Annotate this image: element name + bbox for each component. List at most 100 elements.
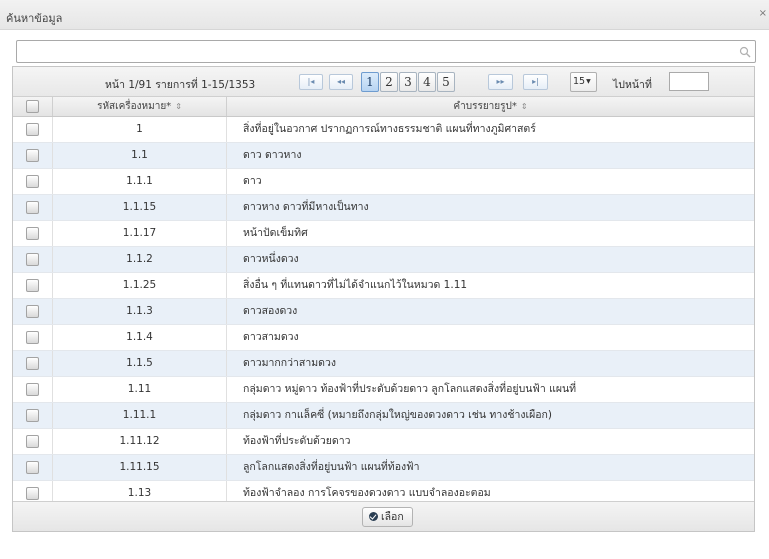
- code-cell: 1.1.15: [53, 195, 227, 220]
- table-row[interactable]: 1.1 ดาว ดาวหาง: [13, 143, 754, 169]
- prev-page-button[interactable]: ◂◂: [329, 74, 353, 90]
- code-cell: 1.11.15: [53, 455, 227, 480]
- description-cell: ท้องฟ้าที่ประดับด้วยดาว: [243, 435, 351, 447]
- row-checkbox[interactable]: [26, 409, 39, 422]
- code-cell: 1.1.3: [53, 299, 227, 324]
- column-header-desc[interactable]: คำบรรยายรูป* ⇕: [227, 97, 754, 116]
- search-field[interactable]: [16, 40, 756, 63]
- close-icon[interactable]: ×: [759, 8, 767, 19]
- table-row[interactable]: 1.1.4 ดาวสามดวง: [13, 325, 754, 351]
- column-header-desc-label: คำบรรยายรูป*: [453, 101, 517, 112]
- description-cell: กลุ่มดาว กาแล็คซี่ (หมายถึงกลุ่มใหญ่ของด…: [243, 409, 553, 421]
- description-cell: ลูกโลกแสดงสิ่งที่อยู่บนฟ้า แผนที่ท้องฟ้า: [243, 461, 420, 473]
- goto-page-input[interactable]: [669, 72, 709, 91]
- table-row[interactable]: 1.1.3 ดาวสองดวง: [13, 299, 754, 325]
- page-size-select[interactable]: 15▼: [570, 72, 597, 92]
- table-header: รหัสเครื่องหมาย* ⇕ คำบรรยายรูป* ⇕: [13, 97, 754, 117]
- column-header-code-label: รหัสเครื่องหมาย*: [97, 101, 172, 112]
- dialog-titlebar: ค้นหาข้อมูล ×: [0, 0, 769, 30]
- row-checkbox-cell: [13, 117, 53, 142]
- row-checkbox-cell: [13, 221, 53, 246]
- row-checkbox[interactable]: [26, 279, 39, 292]
- row-checkbox-cell: [13, 455, 53, 480]
- code-cell: 1.11: [53, 377, 227, 402]
- table-row[interactable]: 1.11.12 ท้องฟ้าที่ประดับด้วยดาว: [13, 429, 754, 455]
- dialog-title: ค้นหาข้อมูล: [6, 12, 63, 25]
- check-circle-icon: [369, 512, 378, 521]
- table-body: 1 สิ่งที่อยู่ในอวกาศ ปรากฏการณ์ทางธรรมชาต…: [13, 117, 754, 507]
- column-header-code[interactable]: รหัสเครื่องหมาย* ⇕: [53, 97, 227, 116]
- page-5-button[interactable]: 5: [437, 72, 455, 92]
- table-row[interactable]: 1.1.1 ดาว: [13, 169, 754, 195]
- description-cell: สิ่งที่อยู่ในอวกาศ ปรากฏการณ์ทางธรรมชาติ…: [243, 123, 536, 135]
- description-cell: ดาว: [243, 175, 262, 187]
- row-checkbox-cell: [13, 403, 53, 428]
- page-size-value: 15: [573, 76, 586, 87]
- table-row[interactable]: 1.1.25 สิ่งอื่น ๆ ที่แทนดาวที่ไม่ได้จำแนก…: [13, 273, 754, 299]
- code-cell: 1.1.25: [53, 273, 227, 298]
- row-checkbox-cell: [13, 429, 53, 454]
- row-checkbox[interactable]: [26, 435, 39, 448]
- pager-toolbar: หน้า 1/91 รายการที่ 1-15/1353 |◂ ◂◂ 1 2 …: [13, 67, 754, 97]
- pager-info: หน้า 1/91 รายการที่ 1-15/1353: [105, 79, 256, 91]
- row-checkbox[interactable]: [26, 461, 39, 474]
- row-checkbox[interactable]: [26, 149, 39, 162]
- row-checkbox-cell: [13, 377, 53, 402]
- select-button-label: เลือก: [381, 511, 404, 523]
- description-cell: กลุ่มดาว หมู่ดาว ท้องฟ้าที่ประดับด้วยดาว…: [243, 383, 577, 395]
- row-checkbox[interactable]: [26, 305, 39, 318]
- next-page-button[interactable]: ▸▸: [488, 74, 513, 90]
- table-row[interactable]: 1 สิ่งที่อยู่ในอวกาศ ปรากฏการณ์ทางธรรมชาต…: [13, 117, 754, 143]
- row-checkbox-cell: [13, 143, 53, 168]
- search-input[interactable]: [21, 42, 725, 63]
- table-row[interactable]: 1.1.15 ดาวหาง ดาวที่มีหางเป็นทาง: [13, 195, 754, 221]
- description-cell: ดาว ดาวหาง: [243, 149, 302, 161]
- code-cell: 1.1.4: [53, 325, 227, 350]
- table-row[interactable]: 1.11 กลุ่มดาว หมู่ดาว ท้องฟ้าที่ประดับด้ว…: [13, 377, 754, 403]
- table-row[interactable]: 1.11.1 กลุ่มดาว กาแล็คซี่ (หมายถึงกลุ่มให…: [13, 403, 754, 429]
- row-checkbox-cell: [13, 325, 53, 350]
- row-checkbox[interactable]: [26, 175, 39, 188]
- description-cell: ดาวหนึ่งดวง: [243, 253, 299, 265]
- row-checkbox[interactable]: [26, 201, 39, 214]
- row-checkbox[interactable]: [26, 253, 39, 266]
- code-cell: 1.11.1: [53, 403, 227, 428]
- table-row[interactable]: 1.1.17 หน้าปัดเข็มทิศ: [13, 221, 754, 247]
- row-checkbox[interactable]: [26, 383, 39, 396]
- table-row[interactable]: 1.1.5 ดาวมากกว่าสามดวง: [13, 351, 754, 377]
- code-cell: 1.1: [53, 143, 227, 168]
- goto-page-label: ไปหน้าที่: [613, 79, 652, 91]
- row-checkbox[interactable]: [26, 331, 39, 344]
- row-checkbox[interactable]: [26, 357, 39, 370]
- description-cell: ดาวหาง ดาวที่มีหางเป็นทาง: [243, 201, 369, 213]
- row-checkbox[interactable]: [26, 227, 39, 240]
- sort-icon[interactable]: ⇕: [175, 102, 182, 111]
- page-2-button[interactable]: 2: [380, 72, 398, 92]
- row-checkbox-cell: [13, 195, 53, 220]
- chevron-down-icon: ▼: [586, 78, 591, 85]
- select-all-cell: [13, 97, 53, 116]
- page-3-button[interactable]: 3: [399, 72, 417, 92]
- page-1-button[interactable]: 1: [361, 72, 379, 92]
- table-row[interactable]: 1.11.15 ลูกโลกแสดงสิ่งที่อยู่บนฟ้า แผนที่…: [13, 455, 754, 481]
- code-cell: 1.11.12: [53, 429, 227, 454]
- sort-icon[interactable]: ⇕: [521, 102, 528, 111]
- select-all-checkbox[interactable]: [26, 100, 39, 113]
- row-checkbox-cell: [13, 247, 53, 272]
- row-checkbox[interactable]: [26, 487, 39, 500]
- search-icon: [739, 46, 751, 58]
- description-cell: ดาวสามดวง: [243, 331, 299, 343]
- table-row[interactable]: 1.1.2 ดาวหนึ่งดวง: [13, 247, 754, 273]
- code-cell: 1: [53, 117, 227, 142]
- description-cell: ดาวมากกว่าสามดวง: [243, 357, 337, 369]
- description-cell: ดาวสองดวง: [243, 305, 298, 317]
- select-button[interactable]: เลือก: [362, 507, 413, 527]
- page-4-button[interactable]: 4: [418, 72, 436, 92]
- last-page-button[interactable]: ▸|: [523, 74, 548, 90]
- code-cell: 1.1.2: [53, 247, 227, 272]
- row-checkbox[interactable]: [26, 123, 39, 136]
- first-page-button[interactable]: |◂: [299, 74, 323, 90]
- code-cell: 1.1.1: [53, 169, 227, 194]
- description-cell: หน้าปัดเข็มทิศ: [243, 227, 308, 239]
- code-cell: 1.1.17: [53, 221, 227, 246]
